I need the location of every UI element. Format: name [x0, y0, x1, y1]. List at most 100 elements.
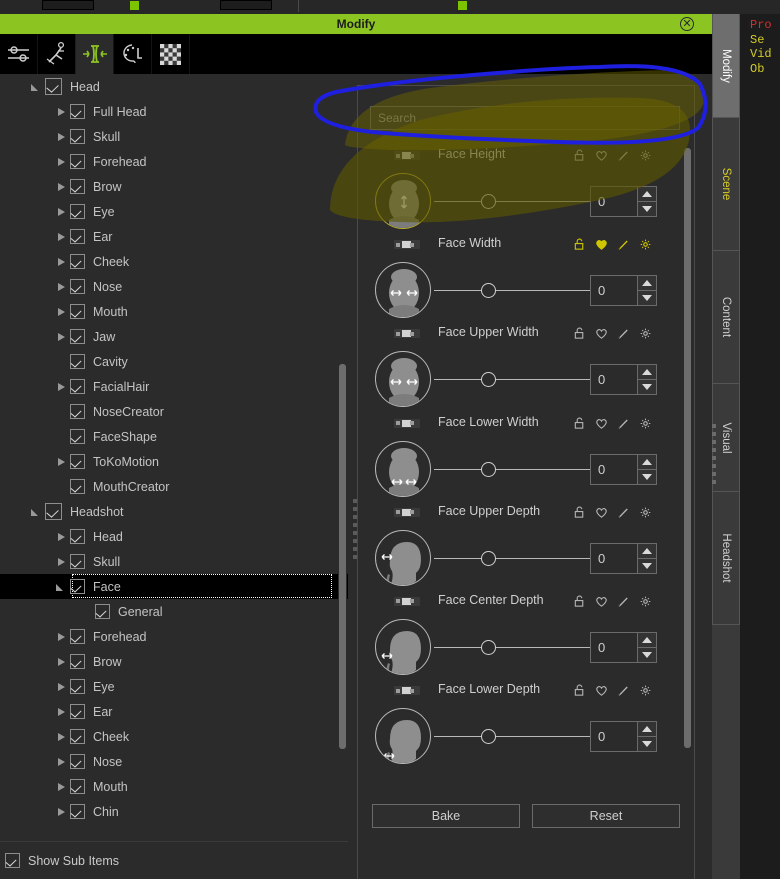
tree-item-chin[interactable]: Chin — [0, 799, 348, 824]
tree-item-general[interactable]: General — [0, 599, 348, 624]
stepper-up-icon[interactable] — [637, 631, 657, 647]
stepper-up-icon[interactable] — [637, 453, 657, 469]
tree-item-skull[interactable]: Skull — [0, 124, 348, 149]
value-input[interactable]: 0 — [590, 721, 637, 753]
parameter-toggle-icon[interactable] — [394, 240, 420, 250]
pencil-icon[interactable] — [617, 417, 630, 435]
tree-item-checkbox[interactable] — [70, 229, 85, 244]
tree-item-checkbox[interactable] — [70, 404, 85, 419]
parameter-toggle-icon[interactable] — [394, 329, 420, 339]
unlock-icon[interactable] — [573, 327, 586, 345]
tree-item-mouth[interactable]: Mouth — [0, 774, 348, 799]
slider-handle[interactable] — [481, 372, 496, 388]
parameter-toggle-icon[interactable] — [394, 151, 420, 160]
value-stepper[interactable]: 0 — [590, 721, 657, 753]
parameter-thumbnail[interactable] — [375, 351, 431, 408]
tree-item-checkbox[interactable] — [70, 329, 85, 344]
pencil-icon[interactable] — [617, 238, 630, 256]
tree-item-facialhair[interactable]: FacialHair — [0, 374, 348, 399]
dock-tab-content[interactable]: Content — [712, 251, 740, 384]
tree-item-ear[interactable]: Ear — [0, 224, 348, 249]
chevron-right-icon[interactable] — [55, 681, 67, 693]
gear-icon[interactable] — [639, 149, 652, 167]
dock-tab-visual[interactable]: Visual — [712, 384, 740, 492]
tree-item-cheek[interactable]: Cheek — [0, 249, 348, 274]
chevron-right-icon[interactable] — [55, 156, 67, 168]
tree-item-checkbox[interactable] — [45, 503, 62, 520]
unlock-icon[interactable] — [573, 506, 586, 524]
pencil-icon[interactable] — [617, 595, 630, 613]
tree-item-checkbox[interactable] — [70, 304, 85, 319]
tree-item-checkbox[interactable] — [70, 204, 85, 219]
tree-item-face[interactable]: Face — [0, 574, 348, 599]
parameter-list[interactable]: Face Height 0 Face Width 0 Face Upper Wi… — [366, 146, 688, 811]
tree-item-eye[interactable]: Eye — [0, 199, 348, 224]
heart-icon[interactable] — [595, 506, 608, 524]
value-input[interactable]: 0 — [590, 453, 637, 485]
gear-icon[interactable] — [639, 417, 652, 435]
parameter-thumbnail[interactable] — [375, 440, 431, 497]
tree-item-head[interactable]: Head — [0, 524, 348, 549]
tree-item-cheek[interactable]: Cheek — [0, 724, 348, 749]
tree-item-faceshape[interactable]: FaceShape — [0, 424, 348, 449]
chevron-right-icon[interactable] — [55, 306, 67, 318]
stepper-down-icon[interactable] — [637, 736, 657, 753]
tree-item-checkbox[interactable] — [70, 379, 85, 394]
slider-handle[interactable] — [481, 639, 496, 655]
unlock-icon[interactable] — [573, 595, 586, 613]
dock-tab-scene[interactable]: Scene — [712, 118, 740, 251]
slider-handle[interactable] — [481, 194, 496, 209]
tree-item-full-head[interactable]: Full Head — [0, 99, 348, 124]
pencil-icon[interactable] — [617, 149, 630, 167]
tree-item-checkbox[interactable] — [95, 604, 110, 619]
gear-icon[interactable] — [639, 684, 652, 702]
stepper-down-icon[interactable] — [637, 468, 657, 485]
value-input[interactable]: 0 — [590, 542, 637, 574]
tree-item-jaw[interactable]: Jaw — [0, 324, 348, 349]
tree-item-checkbox[interactable] — [70, 279, 85, 294]
heart-icon[interactable] — [595, 238, 608, 256]
tree-item-checkbox[interactable] — [70, 754, 85, 769]
chevron-down-icon[interactable] — [55, 581, 67, 593]
stepper-down-icon[interactable] — [637, 379, 657, 396]
dock-grip-icon[interactable] — [712, 424, 716, 486]
heart-icon[interactable] — [595, 327, 608, 345]
stepper-up-icon[interactable] — [637, 186, 657, 201]
gear-icon[interactable] — [639, 595, 652, 613]
slider-handle[interactable] — [481, 550, 496, 566]
value-input[interactable]: 0 — [590, 631, 637, 663]
tree-item-head[interactable]: Head — [0, 74, 348, 99]
tree-item-checkbox[interactable] — [70, 129, 85, 144]
chevron-right-icon[interactable] — [55, 656, 67, 668]
value-stepper[interactable]: 0 — [590, 364, 657, 396]
parameter-thumbnail[interactable] — [375, 708, 431, 765]
tree-item-mouth[interactable]: Mouth — [0, 299, 348, 324]
stepper-down-icon[interactable] — [637, 201, 657, 217]
unlock-icon[interactable] — [573, 684, 586, 702]
tree-item-checkbox[interactable] — [70, 704, 85, 719]
dock-tab-headshot[interactable]: Headshot — [712, 492, 740, 625]
tree-item-nose[interactable]: Nose — [0, 749, 348, 774]
heart-icon[interactable] — [595, 417, 608, 435]
parameter-thumbnail[interactable] — [375, 529, 431, 586]
tree-item-nosecreator[interactable]: NoseCreator — [0, 399, 348, 424]
tree-item-checkbox[interactable] — [70, 579, 85, 594]
chevron-right-icon[interactable] — [55, 806, 67, 818]
tree-item-checkbox[interactable] — [70, 654, 85, 669]
value-input[interactable]: 0 — [590, 364, 637, 396]
chevron-right-icon[interactable] — [55, 731, 67, 743]
stepper-up-icon[interactable] — [637, 721, 657, 737]
stepper-down-icon[interactable] — [637, 290, 657, 307]
parameter-toggle-icon[interactable] — [394, 686, 420, 696]
bake-button[interactable]: Bake — [372, 804, 520, 828]
morph-tree[interactable]: Head Full Head Skull Forehead Brow Eye Ear Chee… — [0, 74, 348, 841]
tree-item-checkbox[interactable] — [70, 179, 85, 194]
value-input[interactable]: 0 — [590, 275, 637, 307]
chevron-down-icon[interactable] — [30, 81, 42, 93]
tree-item-checkbox[interactable] — [70, 804, 85, 819]
chevron-right-icon[interactable] — [55, 556, 67, 568]
reset-button[interactable]: Reset — [532, 804, 680, 828]
slider-handle[interactable] — [481, 283, 496, 299]
close-icon[interactable]: ✕ — [680, 17, 694, 31]
value-input[interactable]: 0 — [590, 186, 637, 217]
